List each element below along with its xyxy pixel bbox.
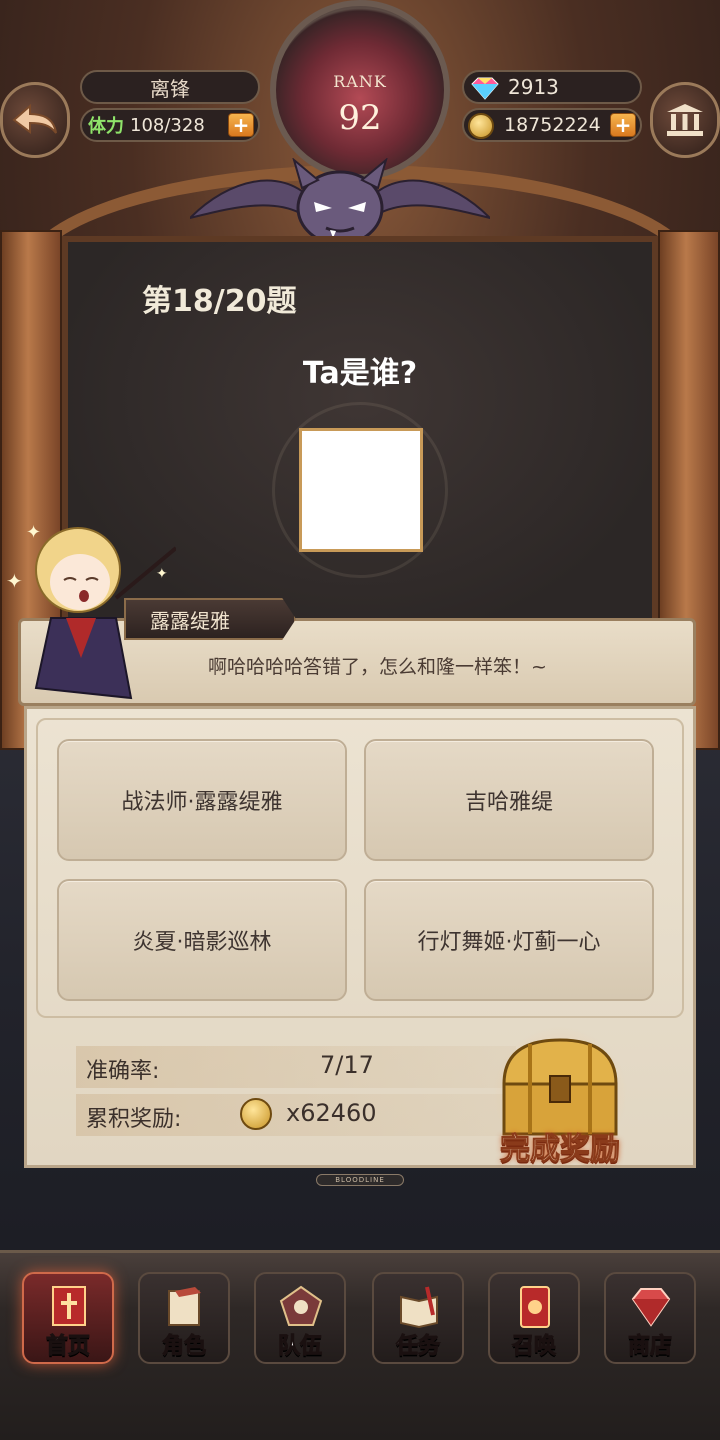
nav-character[interactable]: 角色 [138,1272,230,1364]
gem-display: 2913 [462,70,642,104]
nav-summon-label: 召唤 [511,1334,556,1360]
answer-option-2[interactable]: 吉哈雅缇 [364,739,654,861]
nav-team[interactable]: 队伍 [254,1272,346,1364]
answer-option-3[interactable]: 炎夏·暗影巡林 [57,879,347,1001]
gold-display: 18752224 + [462,108,642,142]
answer-option-4[interactable]: 行灯舞姬·灯蓟一心 [364,879,654,1001]
stamina-display: 体力 108/328 + [80,108,260,142]
nav-shop[interactable]: 商店 [604,1272,696,1364]
player-name: 离锋 [80,70,260,104]
add-stamina-button[interactable]: + [228,113,254,137]
accuracy-value: 7/17 [320,1051,374,1079]
svg-text:✦: ✦ [26,522,41,543]
gold-coin-icon [468,113,494,139]
gem-icon [471,77,499,100]
back-arrow-icon [12,103,57,134]
quest-book-icon [396,1284,442,1330]
nav-summon[interactable]: 召唤 [488,1272,580,1364]
rank-value: 92 [338,98,382,138]
nav-home-label: 首页 [45,1334,90,1360]
top-bar: 离锋 体力 108/328 + RANK 92 2913 18752224 + [0,0,720,180]
bloodline-emblem: BLOODLINE [316,1174,404,1186]
back-button[interactable] [0,82,70,158]
add-gold-button[interactable]: + [610,113,636,137]
gold-count: 18752224 [504,114,601,136]
gem-count: 2913 [508,75,559,99]
nav-quest[interactable]: 任务 [372,1272,464,1364]
reward-value: x62460 [286,1099,377,1127]
team-icon [278,1284,324,1330]
dialogue-text: 啊哈哈哈哈答错了，怎么和隆一样笨！~ [208,656,547,678]
nav-shop-label: 商店 [627,1334,672,1360]
complete-reward-label[interactable]: 完成奖励 [492,1124,628,1168]
question-text: Ta是谁? [302,356,418,391]
reward-label: 累积奖励: [86,1107,182,1132]
home-banner-icon [46,1284,92,1330]
shop-gem-icon [628,1284,674,1330]
reward-coin-icon [240,1098,272,1130]
svg-text:✦: ✦ [6,569,23,593]
question-number: 第18/20题 [142,284,297,319]
nav-home[interactable]: 首页 [22,1272,114,1364]
svg-text:✦: ✦ [156,566,168,582]
nav-quest-label: 任务 [395,1334,440,1360]
stamina-label: 体力 [88,116,124,137]
accuracy-label: 准确率: [86,1059,160,1084]
chibi-character-portrait: ✦ ✦ ✦ [6,522,176,700]
nav-team-label: 队伍 [277,1334,322,1360]
rank-label: RANK [333,72,387,91]
summon-card-icon [512,1284,558,1330]
nav-character-label: 角色 [161,1334,206,1360]
answer-option-1[interactable]: 战法师·露露缇雅 [57,739,347,861]
question-image [299,428,423,552]
archive-menu-button[interactable] [650,82,720,158]
temple-icon [667,104,703,136]
stamina-value: 108/328 [130,114,205,136]
character-icon [162,1284,208,1330]
